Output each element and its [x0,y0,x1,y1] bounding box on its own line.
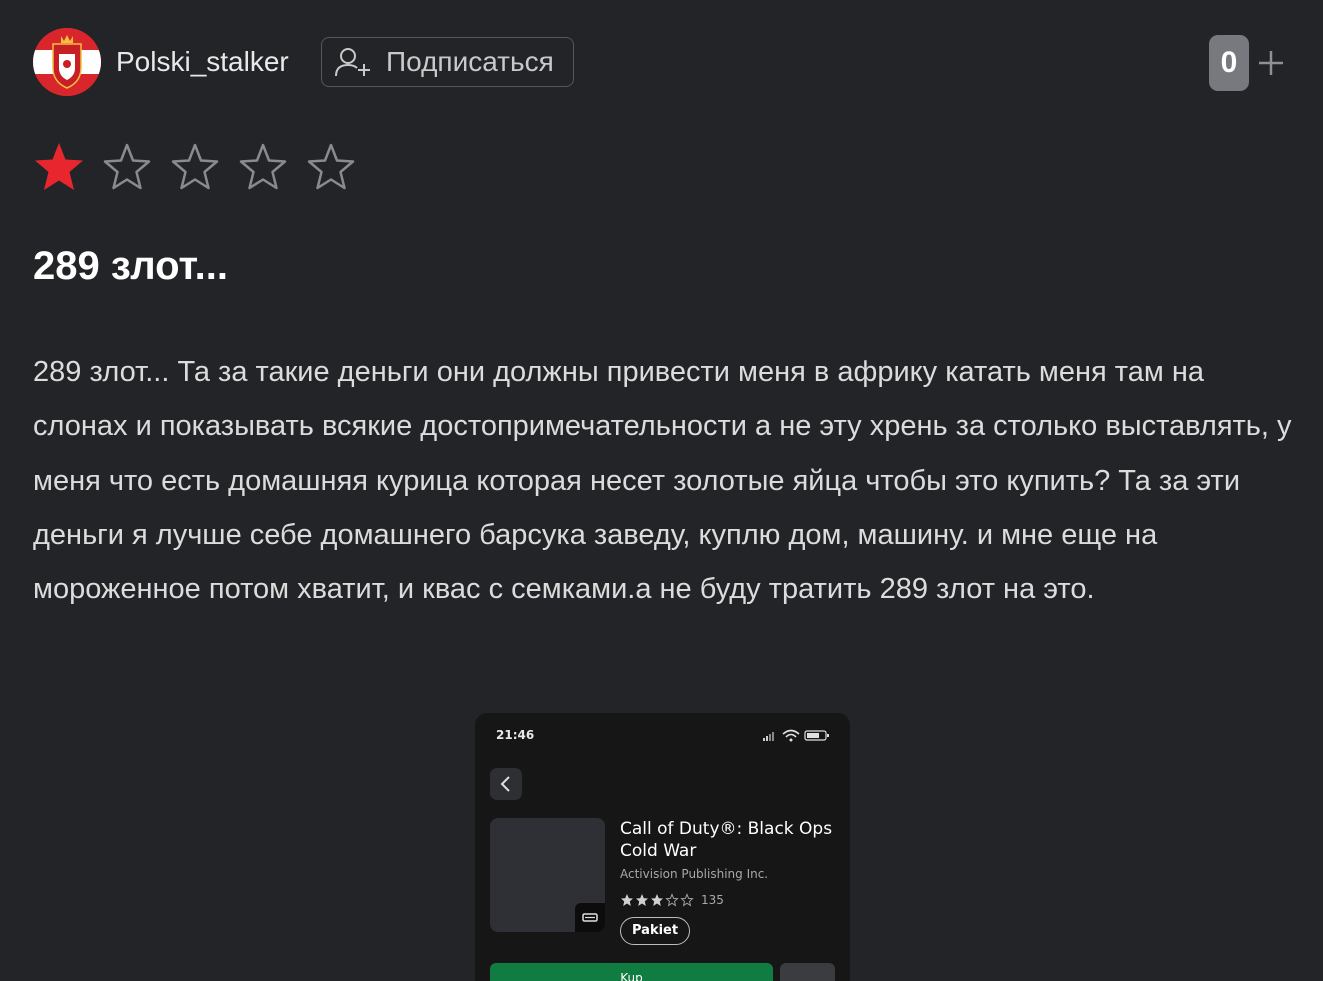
star-empty-icon [307,143,355,190]
star-empty-icon [239,143,287,190]
app-rating-stars [620,893,694,907]
rating-count: 135 [701,893,724,907]
star-filled-icon [651,894,663,906]
game-title: Call of Duty®: Black Ops Cold War [620,819,833,861]
review-title: 289 злот... [33,244,228,288]
plus-icon[interactable] [1256,48,1286,78]
more-options-button[interactable] [780,963,835,981]
attached-screenshot[interactable]: 21:46 Call of Duty®: Black Ops Cold War [475,713,850,981]
chevron-left-icon [500,776,510,792]
publisher: Activision Publishing Inc. [620,867,769,881]
star-filled-icon [35,143,83,190]
star-empty-icon [103,143,151,190]
phone-time: 21:46 [496,728,535,742]
star-rating [33,141,357,193]
console-icon [582,913,598,922]
console-badge [575,903,605,932]
back-button[interactable] [490,768,522,800]
score-badge: 0 [1209,35,1249,91]
username[interactable]: Polski_stalker [116,44,289,80]
phone-status-icons [763,729,829,742]
user-avatar[interactable] [33,28,101,96]
add-user-icon [335,48,370,77]
star-empty-icon [665,893,679,907]
coat-of-arms-icon [33,28,101,96]
review-page: Polski_stalker Подписаться 0 289 злот... [0,0,1323,981]
star-filled-icon [636,894,648,906]
package-pill[interactable]: Pakiet [620,917,691,945]
subscribe-button[interactable]: Подписаться [321,37,574,87]
star-empty-icon [680,893,694,907]
subscribe-label: Подписаться [386,46,554,77]
star-filled-icon [621,894,633,906]
star-empty-icon [171,143,219,190]
review-body: 289 злот... Та за такие деньги они должн… [33,356,1292,606]
buy-button[interactable]: Kup [490,963,773,981]
